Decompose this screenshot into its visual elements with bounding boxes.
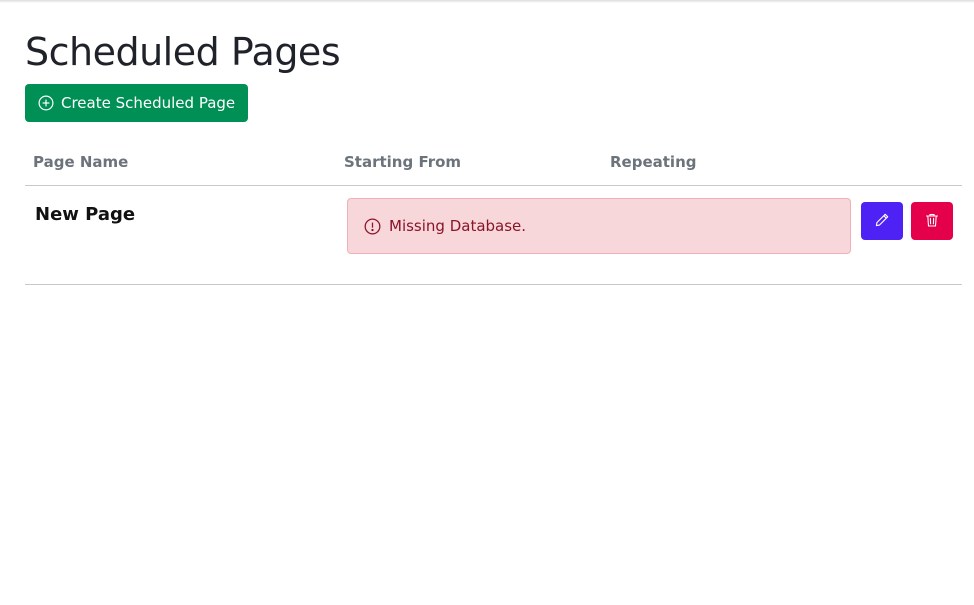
table-header: Page Name Starting From Repeating [25,144,962,186]
pencil-icon [874,212,890,231]
create-scheduled-page-button[interactable]: Create Scheduled Page [25,84,249,122]
column-header-repeating: Repeating [610,153,697,171]
missing-database-alert: Missing Database. [347,198,851,254]
top-shadow [0,0,974,3]
exclamation-circle-icon [364,218,381,235]
plus-circle-icon [38,95,54,111]
column-header-starting-from: Starting From [344,153,462,171]
column-header-page-name: Page Name [33,153,129,171]
page-title: Scheduled Pages [25,30,341,74]
scheduled-pages-table: Page Name Starting From Repeating New Pa… [25,144,962,285]
edit-button[interactable] [861,202,903,240]
page-name-cell: New Page [35,204,136,225]
create-button-label: Create Scheduled Page [61,94,236,112]
table-row: New Page Missing Database. [25,186,962,285]
delete-button[interactable] [911,202,953,240]
alert-text: Missing Database. [389,217,527,235]
trash-icon [924,212,940,231]
